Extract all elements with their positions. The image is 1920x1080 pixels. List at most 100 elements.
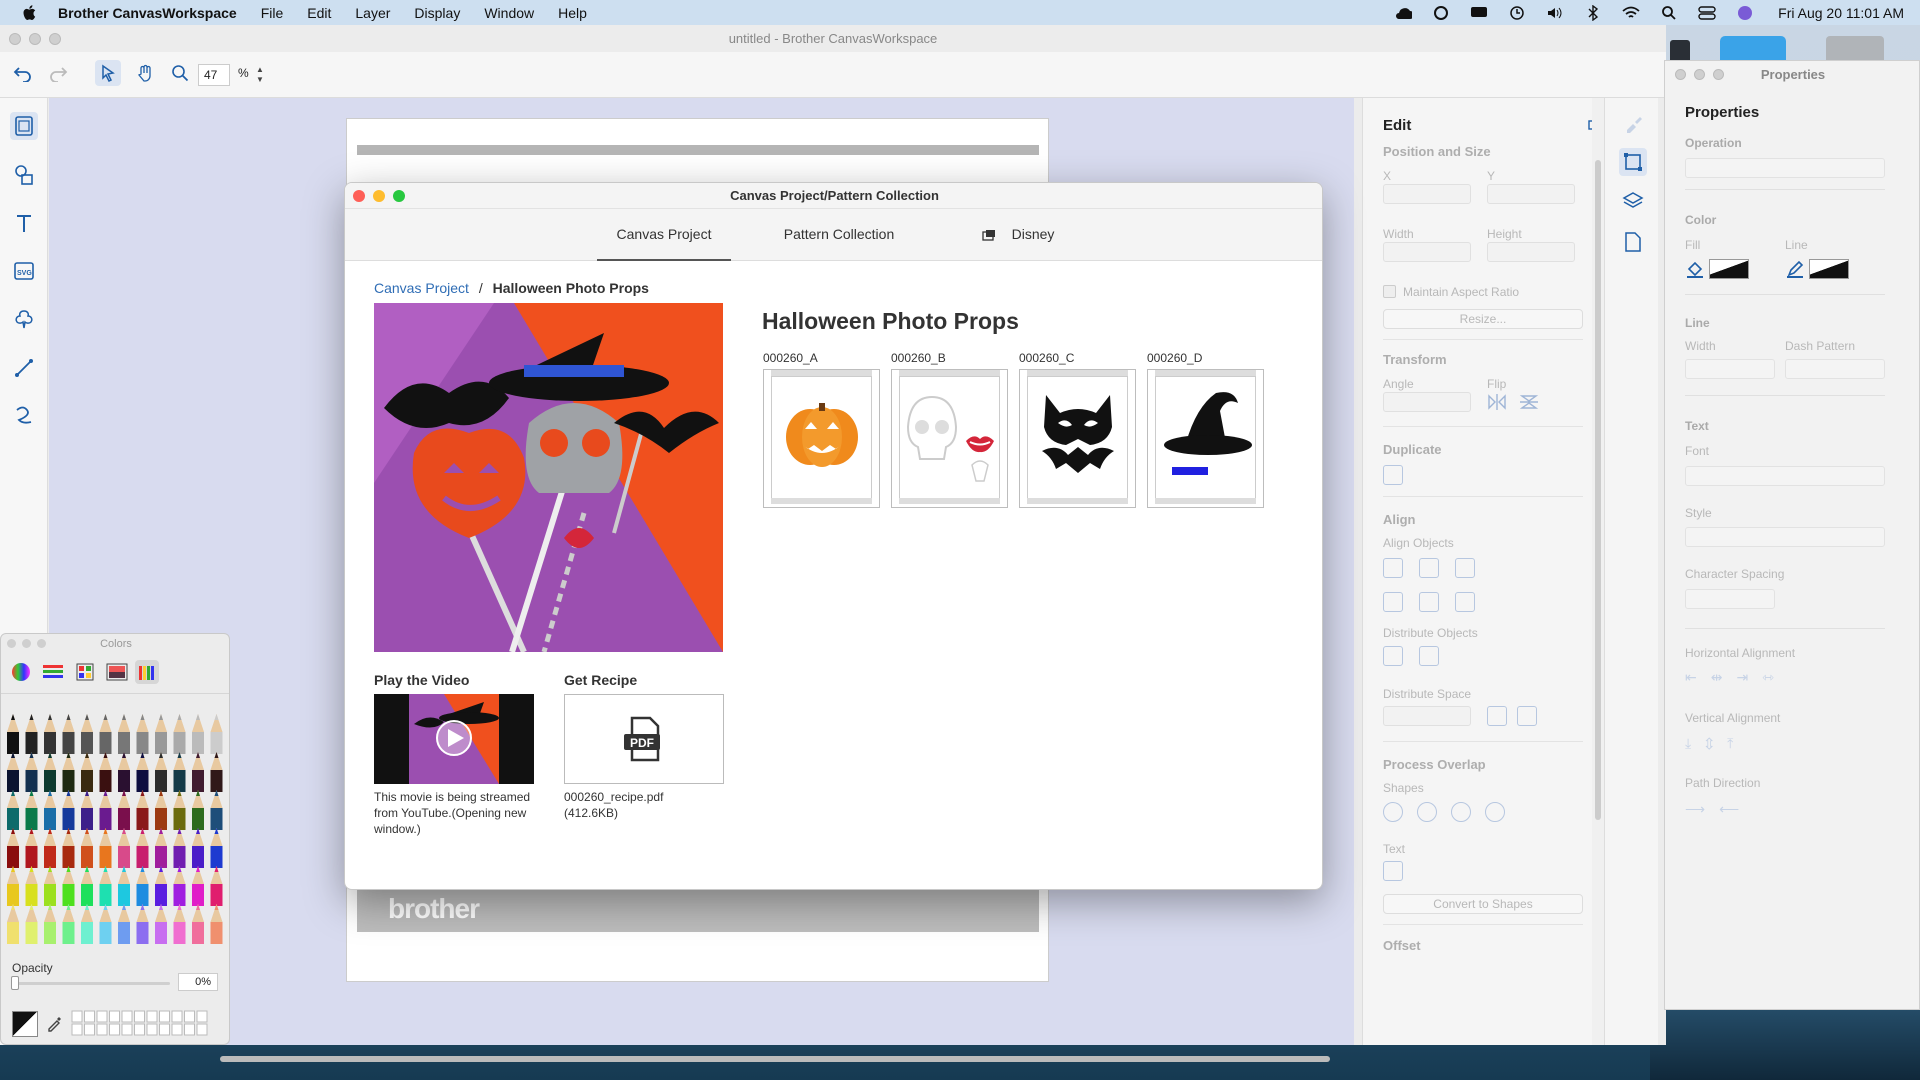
crayon[interactable] — [99, 846, 112, 868]
crayon[interactable] — [81, 884, 93, 906]
duplicate-icon[interactable] — [1383, 465, 1403, 485]
crayon[interactable] — [7, 732, 19, 754]
freehand-tool-icon[interactable] — [10, 401, 38, 429]
crayon[interactable] — [136, 770, 149, 792]
creative-cloud-icon[interactable] — [1432, 5, 1450, 20]
close-button[interactable] — [9, 33, 21, 45]
space-vertical-icon[interactable] — [1517, 706, 1537, 726]
swatch-slot[interactable] — [84, 1010, 95, 1023]
font-select[interactable] — [1685, 466, 1885, 486]
path-direction-icons[interactable]: ⟶⟵ — [1685, 801, 1753, 818]
crayon[interactable] — [192, 922, 204, 944]
crayon[interactable] — [7, 808, 19, 830]
crayon[interactable] — [210, 884, 223, 906]
crayon-picker[interactable] — [1, 714, 229, 947]
zoom-tool-icon[interactable] — [167, 60, 193, 86]
align-middle-icon[interactable] — [1419, 592, 1439, 612]
crayon[interactable] — [81, 922, 93, 944]
swatch-slot[interactable] — [71, 1023, 83, 1036]
crayon[interactable] — [192, 884, 204, 906]
align-right-icon[interactable] — [1455, 558, 1475, 578]
line-color-swatch[interactable] — [1809, 259, 1849, 279]
crayon[interactable] — [173, 922, 186, 944]
menu-help[interactable]: Help — [558, 5, 587, 21]
maintain-ratio-checkbox[interactable] — [1383, 285, 1396, 298]
swatch-slot[interactable] — [121, 1023, 133, 1036]
align-left-icon[interactable] — [1383, 558, 1403, 578]
eyedropper-icon[interactable] — [46, 1014, 64, 1032]
height-field[interactable] — [1487, 242, 1575, 262]
crayon[interactable] — [44, 884, 56, 906]
zoom-button[interactable] — [393, 190, 405, 202]
crayon[interactable] — [173, 808, 186, 830]
distribute-space-field[interactable] — [1383, 706, 1471, 726]
crayon[interactable] — [192, 770, 204, 792]
crayon[interactable] — [210, 770, 223, 792]
swatch-slot[interactable] — [134, 1023, 145, 1036]
crayon[interactable] — [44, 808, 56, 830]
swatch-slot[interactable] — [109, 1010, 120, 1023]
crayon[interactable] — [173, 732, 186, 754]
style-select[interactable] — [1685, 527, 1885, 547]
tab-pattern-collection[interactable]: Pattern Collection — [769, 209, 909, 261]
swatch-slot[interactable] — [71, 1010, 83, 1023]
crayon[interactable] — [62, 808, 75, 830]
opacity-value-field[interactable]: 0% — [178, 973, 218, 991]
crayon[interactable] — [192, 732, 204, 754]
swatch-slot[interactable] — [121, 1010, 133, 1023]
crayon[interactable] — [210, 846, 223, 868]
crayon[interactable] — [136, 884, 149, 906]
shapes-tool-icon[interactable] — [10, 161, 38, 189]
crayon[interactable] — [7, 770, 19, 792]
swatch-slot[interactable] — [184, 1010, 195, 1023]
align-top-icon[interactable] — [1383, 592, 1403, 612]
recipe-download[interactable]: PDF — [564, 694, 724, 784]
minimize-button[interactable] — [29, 33, 41, 45]
swatch-slot[interactable] — [96, 1010, 108, 1023]
crayon[interactable] — [25, 922, 38, 944]
distribute-vertical-icon[interactable] — [1419, 646, 1439, 666]
swatch-slot[interactable] — [196, 1010, 208, 1023]
scroll-thumb[interactable] — [1595, 160, 1601, 820]
image-palettes-icon[interactable] — [105, 660, 129, 684]
crayon[interactable] — [7, 884, 19, 906]
control-center-icon[interactable] — [1698, 5, 1716, 20]
text-outline-icon[interactable] — [1383, 861, 1403, 881]
menu-display[interactable]: Display — [414, 5, 460, 21]
crayon[interactable] — [81, 846, 93, 868]
horizontal-scrollbar[interactable] — [220, 1056, 1330, 1062]
redo-icon[interactable] — [45, 60, 71, 86]
undo-icon[interactable] — [10, 60, 36, 86]
crayon[interactable] — [155, 732, 167, 754]
crayon[interactable] — [25, 770, 38, 792]
swatch-slot[interactable] — [171, 1010, 183, 1023]
tab-disney[interactable]: Disney — [1003, 209, 1063, 261]
crayon[interactable] — [62, 884, 75, 906]
minimize-button[interactable] — [373, 190, 385, 202]
distribute-horizontal-icon[interactable] — [1383, 646, 1403, 666]
layers-icon[interactable] — [1619, 187, 1647, 215]
char-spacing-field[interactable] — [1685, 589, 1775, 609]
pattern-card[interactable] — [891, 369, 1008, 508]
crayon[interactable] — [44, 732, 56, 754]
breadcrumb-link[interactable]: Canvas Project — [374, 280, 469, 296]
dash-pattern-select[interactable] — [1785, 359, 1885, 379]
wifi-icon[interactable] — [1622, 6, 1640, 20]
close-button[interactable] — [1675, 69, 1686, 80]
v-align-icons[interactable]: ⤓⇳⤒ — [1685, 735, 1747, 752]
crayon[interactable] — [99, 770, 112, 792]
swatch-slot[interactable] — [184, 1023, 195, 1036]
crayon[interactable] — [25, 808, 38, 830]
edit-panel-icon[interactable] — [1619, 148, 1647, 176]
close-button[interactable] — [7, 639, 16, 648]
align-bottom-icon[interactable] — [1455, 592, 1475, 612]
pattern-item[interactable]: 000260_B — [891, 351, 1008, 508]
menu-window[interactable]: Window — [484, 5, 534, 21]
crayon[interactable] — [7, 846, 19, 868]
menu-edit[interactable]: Edit — [307, 5, 331, 21]
crayon[interactable] — [118, 770, 130, 792]
volume-icon[interactable] — [1546, 6, 1564, 20]
crayon[interactable] — [25, 884, 38, 906]
pattern-card[interactable] — [1019, 369, 1136, 508]
color-palettes-icon[interactable] — [73, 660, 97, 684]
